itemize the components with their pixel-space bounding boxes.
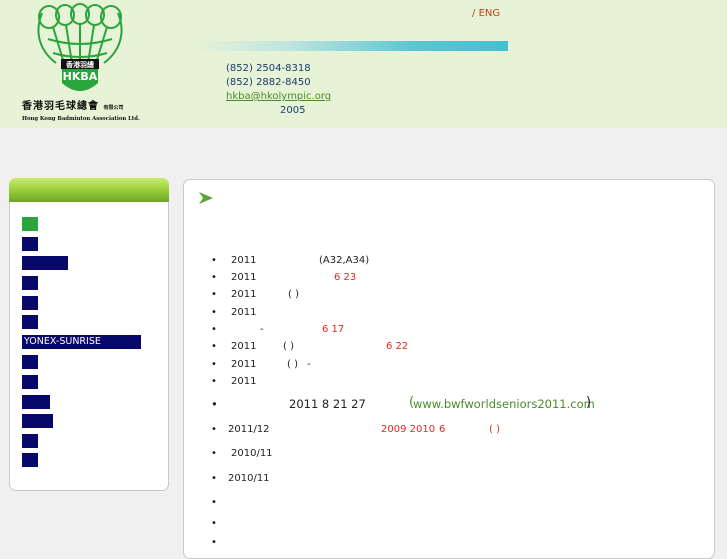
bullet: • [211, 255, 217, 266]
news-item[interactable]: • 2011/12 2009 2010 6 ( ) [211, 424, 681, 438]
sidebar-header [9, 178, 169, 202]
news-text: - [260, 324, 264, 335]
language-switch: / ENG [472, 8, 500, 19]
sidebar-item[interactable] [22, 453, 38, 467]
contact-info: (852) 2504-8318 (852) 2882-8450 hkba@hko… [226, 62, 331, 118]
news-item[interactable]: • [211, 497, 681, 511]
news-item[interactable]: • 2010/11 [211, 473, 681, 487]
news-text: 2011 [231, 255, 257, 266]
bullet: • [211, 341, 217, 352]
svg-text:HKBA: HKBA [63, 70, 98, 83]
news-text: 2011 [231, 272, 257, 283]
news-text: ) [586, 395, 592, 410]
news-highlight: 6 22 [386, 341, 409, 352]
bullet: • [211, 448, 217, 459]
news-highlight: 6 [439, 424, 446, 435]
news-item[interactable]: • 2011 [211, 376, 681, 390]
email-link[interactable]: hkba@hkolympic.org [226, 90, 331, 104]
news-item[interactable]: • - 6 17 [211, 324, 681, 338]
sidebar-item[interactable] [22, 434, 38, 448]
sidebar-item[interactable] [22, 355, 38, 369]
logo-name-cn: 香港羽毛球總會 有限公司 [22, 101, 124, 112]
news-item[interactable]: • 2011 6 23 [211, 272, 681, 286]
header: 香港羽總 HKBA 香港羽毛球總會 有限公司 Hong Kong Badmint… [0, 0, 727, 128]
bullet: • [211, 272, 217, 283]
news-text: ( ) [283, 341, 294, 352]
news-text: 2011 [231, 341, 257, 352]
logo-name-en: Hong Kong Badminton Association Ltd. [22, 116, 140, 122]
hkba-logo[interactable]: 香港羽總 HKBA 香港羽毛球總會 有限公司 Hong Kong Badmint… [20, 3, 140, 125]
bullet: • [211, 397, 218, 411]
phone-number: (852) 2504-8318 [226, 63, 311, 74]
news-text: ( ) [287, 359, 298, 370]
news-item[interactable]: • 2010/11 [211, 448, 681, 462]
news-highlight: 6 17 [322, 324, 345, 335]
arrow-right-icon [199, 192, 213, 204]
lang-eng-link[interactable]: ENG [479, 8, 501, 19]
shuttlecock-icon: 香港羽總 HKBA [37, 3, 123, 91]
svg-text:香港羽總: 香港羽總 [65, 60, 94, 69]
news-text: 2011 [231, 376, 257, 387]
news-item[interactable]: • 2011 ( ) 6 22 [211, 341, 681, 355]
sidebar-item[interactable] [22, 237, 38, 251]
news-item[interactable]: • [211, 518, 681, 532]
fax-number: (852) 2882-8450 [226, 77, 311, 88]
bullet: • [211, 307, 217, 318]
main-content: • 2011 (A32,A34) • 2011 6 23 • 2011 ( ) • 2011 • - 6 … [183, 179, 715, 559]
news-item[interactable]: • 2011 ( ) [211, 289, 681, 303]
news-text: 2010/11 [228, 473, 270, 484]
sidebar-item[interactable] [22, 315, 38, 329]
news-item[interactable]: • 2011 8 21 27(www.bwfworldseniors2011.co… [211, 395, 681, 412]
news-text: ( ) [288, 289, 299, 300]
news-highlight: 2009 2010 [381, 424, 436, 435]
news-text: 2011 [231, 307, 257, 318]
news-item[interactable]: • 2011 ( ) - [211, 359, 681, 373]
news-text: - [307, 359, 311, 370]
bullet: • [211, 473, 217, 484]
bullet: • [211, 537, 217, 548]
sidebar: YONEX-SUNRISE [9, 178, 169, 491]
news-highlight: ( ) [489, 424, 500, 435]
bullet: • [211, 289, 217, 300]
sidebar-item[interactable] [22, 217, 38, 231]
bullet: • [211, 359, 217, 370]
news-item[interactable]: • [211, 537, 681, 551]
header-decor-bar [195, 41, 508, 51]
sidebar-item[interactable] [22, 414, 53, 428]
bullet: • [211, 324, 217, 335]
news-text: 2011/12 [228, 424, 270, 435]
news-item[interactable]: • 2011 (A32,A34) [211, 255, 681, 269]
news-highlight: 6 23 [334, 272, 357, 283]
bullet: • [211, 376, 217, 387]
lang-separator: / [472, 8, 476, 19]
news-item[interactable]: • 2011 [211, 307, 681, 321]
news-text: (A32,A34) [319, 255, 370, 266]
news-text: 2011 [231, 359, 257, 370]
news-text: 2011 [231, 289, 257, 300]
bullet: • [211, 518, 217, 529]
news-text: 2010/11 [231, 448, 273, 459]
website-link[interactable]: www.bwfworldseniors2011.com [413, 398, 595, 410]
sidebar-item[interactable] [22, 256, 68, 270]
sidebar-item[interactable] [22, 276, 38, 290]
sidebar-item-yonex-sunrise[interactable]: YONEX-SUNRISE [22, 335, 141, 349]
sidebar-item[interactable] [22, 296, 38, 310]
sidebar-item[interactable] [22, 375, 38, 389]
news-text: 2011 8 21 27 [289, 397, 366, 411]
established-year: 2005 [280, 105, 306, 116]
sidebar-item[interactable] [22, 395, 50, 409]
bullet: • [211, 424, 217, 435]
bullet: • [211, 497, 217, 508]
